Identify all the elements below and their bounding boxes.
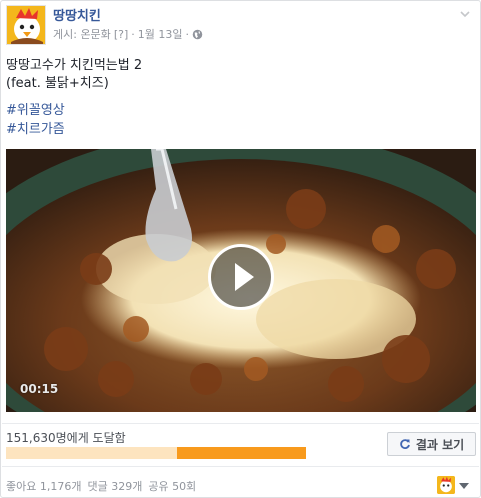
view-results-label: 결과 보기 [415, 437, 465, 452]
video-player[interactable]: 00:15 [6, 149, 476, 412]
post-text-line: (feat. 불닭+치즈) [6, 76, 109, 91]
play-button[interactable] [208, 244, 274, 310]
likes-count[interactable]: 좋아요 1,176개 [6, 478, 81, 494]
hashtag-link[interactable]: #치르가즘 [6, 120, 65, 139]
chevron-down-icon[interactable] [458, 7, 472, 21]
post-text-line: 땅땅고수가 치킨먹는법 2 [6, 58, 143, 73]
refresh-icon [400, 439, 410, 449]
video-duration: 00:15 [20, 382, 59, 396]
hashtag-list: #위꼴영상 #치르가즘 [6, 101, 65, 139]
page-avatar[interactable] [6, 5, 46, 45]
globe-icon[interactable] [192, 29, 203, 40]
reach-count: 151,630명에게 도달함 [6, 431, 126, 445]
posted-by-label[interactable]: 게시: 온문화 [53, 26, 111, 42]
post-date-link[interactable]: 1월 13일 [138, 26, 183, 42]
comments-count[interactable]: 댓글 329개 [87, 478, 142, 494]
help-marker[interactable]: [?] [114, 28, 128, 41]
shares-count[interactable]: 공유 50회 [148, 478, 196, 494]
post-message: 땅땅고수가 치킨먹는법 2 (feat. 불닭+치즈) [6, 57, 466, 93]
chicken-mascot-icon [437, 476, 455, 494]
reach-progress-bar [6, 447, 306, 459]
meta-separator-2: · [185, 27, 189, 41]
meta-separator: · [131, 27, 135, 41]
reach-progress-fill [6, 447, 177, 459]
post-card: 땅땅치킨 게시: 온문화 [?] · 1월 13일 · 땅땅고수가 치킨먹는법 … [0, 0, 481, 498]
divider [2, 423, 479, 424]
engagement-stats: 좋아요 1,176개 댓글 329개 공유 50회 [6, 478, 196, 494]
actor-selector-avatar[interactable] [437, 476, 455, 494]
divider [2, 466, 479, 467]
post-meta: 게시: 온문화 [?] · 1월 13일 · [53, 26, 203, 42]
view-results-button[interactable]: 결과 보기 [387, 432, 476, 456]
play-icon [235, 263, 254, 291]
chicken-mascot-icon [7, 6, 45, 44]
hashtag-link[interactable]: #위꼴영상 [6, 101, 65, 120]
page-name-link[interactable]: 땅땅치킨 [53, 5, 101, 24]
caret-down-icon[interactable] [459, 483, 469, 489]
